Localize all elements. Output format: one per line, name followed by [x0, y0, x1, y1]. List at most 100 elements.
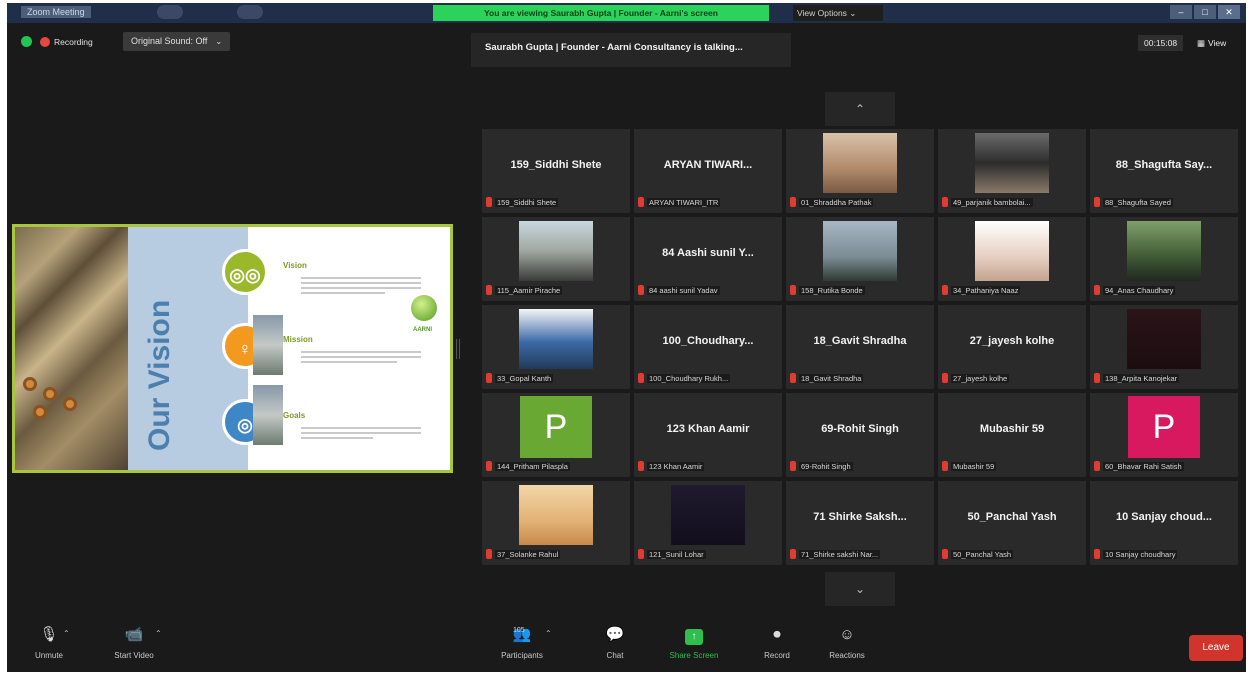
- unmute-button[interactable]: 🎙 ⌃ Unmute: [19, 625, 79, 660]
- microphone-muted-icon: [942, 461, 948, 471]
- participant-name: 49_parjanik bambolai...: [951, 197, 1033, 207]
- recording-label: Recording: [54, 36, 93, 47]
- participant-name-label: 159_Siddhi Shete: [486, 196, 626, 208]
- participant-tile[interactable]: 34_Pathaniya Naaz: [938, 217, 1086, 301]
- chat-button[interactable]: 💬 Chat: [597, 625, 633, 660]
- view-options-menu[interactable]: View Options ⌄: [793, 5, 883, 21]
- participant-tile[interactable]: 69-Rohit Singh 69-Rohit Singh: [786, 393, 934, 477]
- participants-label: Participants: [501, 651, 543, 660]
- chevron-up-icon[interactable]: ⌃: [63, 629, 70, 638]
- participant-video: [671, 485, 745, 545]
- microphone-muted-icon: [486, 549, 492, 559]
- window-title: Zoom Meeting: [21, 6, 91, 18]
- original-sound-button[interactable]: Original Sound: Off ⌄: [123, 32, 231, 51]
- binoculars-icon: ◎◎: [222, 249, 268, 295]
- participant-tile[interactable]: 49_parjanik bambolai...: [938, 129, 1086, 213]
- participant-name: 27_jayesh kolhe: [951, 373, 1010, 383]
- reactions-icon: ☺: [839, 626, 855, 643]
- participant-tile[interactable]: 121_Sunil Lohar: [634, 481, 782, 565]
- microphone-muted-icon: [790, 373, 796, 383]
- participant-tile[interactable]: ARYAN TIWARI... ARYAN TIWARI_ITR: [634, 129, 782, 213]
- participant-video: [519, 309, 593, 369]
- security-shield-icon[interactable]: [21, 36, 32, 47]
- recording-indicator[interactable]: Recording: [40, 34, 93, 49]
- participant-tile[interactable]: 10 Sanjay choud... 10 Sanjay choudhary: [1090, 481, 1238, 565]
- split-view-handle[interactable]: [456, 339, 460, 359]
- participant-name-label: 138_Arpita Kanojekar: [1094, 372, 1234, 384]
- aarni-logo-label: AARNI: [413, 327, 432, 333]
- slide-photo: [15, 227, 128, 470]
- microphone-muted-icon: [486, 197, 492, 207]
- maximize-icon[interactable]: □: [1194, 5, 1216, 19]
- participant-tile[interactable]: P 60_Bhavar Rahi Satish: [1090, 393, 1238, 477]
- slide-thumbnail: [253, 385, 283, 445]
- participant-video: [1127, 309, 1201, 369]
- view-button[interactable]: ▦ View: [1197, 35, 1226, 51]
- participant-tile[interactable]: 115_Aamir Pirache: [482, 217, 630, 301]
- gallery-page-up[interactable]: ⌃: [825, 92, 895, 126]
- participant-name: 144_Pritham Pilaspla: [495, 461, 570, 471]
- participant-display-name: 88_Shagufta Say...: [1115, 159, 1213, 171]
- participant-display-name: ARYAN TIWARI...: [663, 159, 753, 171]
- participant-tile[interactable]: 33_Gopal Kanth: [482, 305, 630, 389]
- participant-tile[interactable]: 27_jayesh kolhe 27_jayesh kolhe: [938, 305, 1086, 389]
- participant-name: 01_Shraddha Pathak: [799, 197, 874, 207]
- record-icon: ⏺: [773, 626, 781, 643]
- participants-count: 105: [513, 627, 525, 634]
- participant-video: [1127, 221, 1201, 281]
- shared-screen-slide: Our Vision ◎◎ ♀ ◎ Vision Mission Goals A…: [12, 224, 453, 473]
- microphone-muted-icon: [638, 461, 644, 471]
- chevron-up-icon[interactable]: ⌃: [545, 629, 552, 638]
- participant-tile[interactable]: 88_Shagufta Say... 88_Shagufta Sayed: [1090, 129, 1238, 213]
- participants-button[interactable]: 👥 105 ⌃ Participants: [487, 625, 557, 660]
- participant-name-label: 123 Khan Aamir: [638, 460, 778, 472]
- participant-name-label: 33_Gopal Kanth: [486, 372, 626, 384]
- leave-button[interactable]: Leave: [1189, 635, 1243, 661]
- participant-tile[interactable]: 159_Siddhi Shete 159_Siddhi Shete: [482, 129, 630, 213]
- participant-name: 50_Panchal Yash: [951, 549, 1014, 559]
- participant-name-label: 115_Aamir Pirache: [486, 284, 626, 296]
- participant-video: [975, 133, 1049, 193]
- participant-tile[interactable]: 84 Aashi sunil Y... 84 aashi sunil Yadav: [634, 217, 782, 301]
- start-video-button[interactable]: 📹 ⌃ Start Video: [99, 625, 169, 660]
- participant-tile[interactable]: 100_Choudhary... 100_Choudhary Rukh...: [634, 305, 782, 389]
- share-screen-button[interactable]: ↑ Share Screen: [659, 625, 729, 660]
- microphone-muted-icon: [790, 461, 796, 471]
- participant-avatar: P: [520, 396, 592, 458]
- chevron-up-icon[interactable]: ⌃: [155, 629, 162, 638]
- participant-tile[interactable]: 37_Solanke Rahul: [482, 481, 630, 565]
- participant-tile[interactable]: 138_Arpita Kanojekar: [1090, 305, 1238, 389]
- gallery-page-down[interactable]: ⌄: [825, 572, 895, 606]
- participant-tile[interactable]: 18_Gavit Shradha 18_Gavit Shradha: [786, 305, 934, 389]
- participant-tile[interactable]: 71 Shirke Saksh... 71_Shirke sakshi Nar..…: [786, 481, 934, 565]
- participant-name: 138_Arpita Kanojekar: [1103, 373, 1180, 383]
- participant-tile[interactable]: Mubashir 59 Mubashir 59: [938, 393, 1086, 477]
- microphone-muted-icon: [1094, 549, 1100, 559]
- window-titlebar: Zoom Meeting You are viewing Saurabh Gup…: [7, 3, 1246, 23]
- participant-name: 159_Siddhi Shete: [495, 197, 559, 207]
- microphone-muted-icon: [638, 373, 644, 383]
- participant-tile[interactable]: 01_Shraddha Pathak: [786, 129, 934, 213]
- minimize-icon[interactable]: –: [1170, 5, 1192, 19]
- participant-tile[interactable]: 94_Anas Chaudhary: [1090, 217, 1238, 301]
- chevron-up-icon: ⌃: [854, 102, 866, 116]
- meeting-timer: 00:15:08: [1138, 35, 1184, 51]
- participant-name-label: 10 Sanjay choudhary: [1094, 548, 1234, 560]
- close-icon[interactable]: ✕: [1218, 5, 1240, 19]
- record-dot-icon: [40, 36, 50, 47]
- participant-tile[interactable]: 123 Khan Aamir 123 Khan Aamir: [634, 393, 782, 477]
- participant-tile[interactable]: 50_Panchal Yash 50_Panchal Yash: [938, 481, 1086, 565]
- record-button[interactable]: ⏺ Record: [757, 625, 797, 660]
- microphone-muted-icon: [638, 197, 644, 207]
- microphone-muted-icon: [1094, 373, 1100, 383]
- microphone-muted-icon: [486, 461, 492, 471]
- microphone-muted-icon: [942, 373, 948, 383]
- participant-name-label: 60_Bhavar Rahi Satish: [1094, 460, 1234, 472]
- participant-name: 115_Aamir Pirache: [495, 285, 563, 295]
- participant-display-name: 100_Choudhary...: [662, 335, 754, 347]
- participant-tile[interactable]: P 144_Pritham Pilaspla: [482, 393, 630, 477]
- microphone-muted-icon: [1094, 461, 1100, 471]
- participant-tile[interactable]: 158_Rutika Bonde: [786, 217, 934, 301]
- reactions-button[interactable]: ☺ Reactions: [819, 625, 875, 660]
- participant-display-name: 84 Aashi sunil Y...: [662, 247, 754, 259]
